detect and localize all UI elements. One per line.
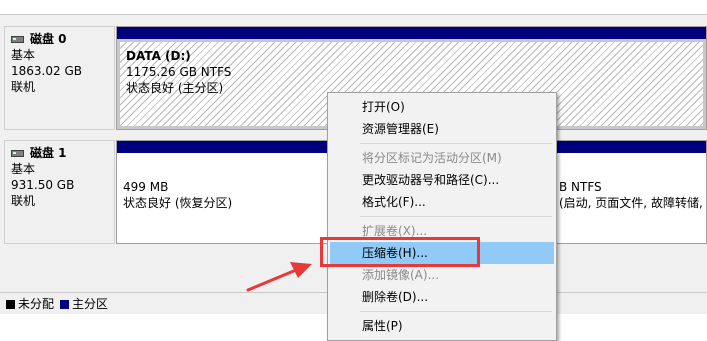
disk-size: 1863.02 GB: [11, 64, 82, 78]
volume-name: DATA (D:): [126, 49, 191, 63]
menu-item-open[interactable]: 打开(O): [330, 96, 554, 118]
disk-name: 磁盘 1: [30, 146, 67, 160]
context-menu: 打开(O) 资源管理器(E) 将分区标记为活动分区(M) 更改驱动器号和路径(C…: [327, 92, 557, 341]
legend-swatch: [6, 300, 15, 309]
top-border: [0, 0, 707, 15]
legend-item-primary: 主分区: [60, 295, 108, 312]
disk-status: 联机: [11, 80, 36, 94]
annotation-arrow-icon: [246, 262, 312, 292]
disk-type: 基本: [11, 48, 36, 62]
disk-drive-icon: [11, 35, 24, 43]
menu-item-mark-active[interactable]: 将分区标记为活动分区(M): [330, 147, 554, 169]
volume-recovery[interactable]: 499 MB 状态良好 (恢复分区): [117, 153, 329, 243]
menu-item-change-drive-letter[interactable]: 更改驱动器号和路径(C)...: [330, 169, 554, 191]
menu-separator: [360, 216, 552, 217]
disk-size: 931.50 GB: [11, 178, 75, 192]
disk-name: 磁盘 0: [30, 32, 67, 46]
volume-size: 1175.26 GB NTFS: [126, 65, 232, 79]
menu-item-delete-volume[interactable]: 删除卷(D)...: [330, 286, 554, 308]
annotation-highlight-box: [320, 237, 480, 267]
disk-status: 联机: [11, 194, 36, 208]
volume-header-bar: [117, 27, 706, 39]
legend-item-unallocated: 未分配: [6, 295, 54, 312]
disk-1-label[interactable]: 磁盘 1 基本 931.50 GB 联机: [4, 140, 115, 244]
volume-status: (启动, 页面文件, 故障转储, 主: [559, 196, 706, 210]
disk-type: 基本: [11, 162, 36, 176]
menu-item-explorer[interactable]: 资源管理器(E): [330, 118, 554, 140]
menu-separator: [360, 143, 552, 144]
volume-system[interactable]: B NTFS (启动, 页面文件, 故障转储, 主: [553, 153, 706, 243]
legend-swatch: [60, 300, 70, 309]
menu-item-add-mirror[interactable]: 添加镜像(A)...: [330, 264, 554, 286]
disk-drive-icon: [11, 149, 24, 157]
volume-size: 499 MB: [123, 180, 169, 194]
disk-0-label[interactable]: 磁盘 0 基本 1863.02 GB 联机: [4, 26, 115, 130]
menu-item-format[interactable]: 格式化(F)...: [330, 191, 554, 213]
volume-status: 状态良好 (恢复分区): [123, 196, 233, 210]
menu-separator: [360, 311, 552, 312]
volume-size: B NTFS: [559, 180, 602, 194]
menu-item-properties[interactable]: 属性(P): [330, 315, 554, 337]
